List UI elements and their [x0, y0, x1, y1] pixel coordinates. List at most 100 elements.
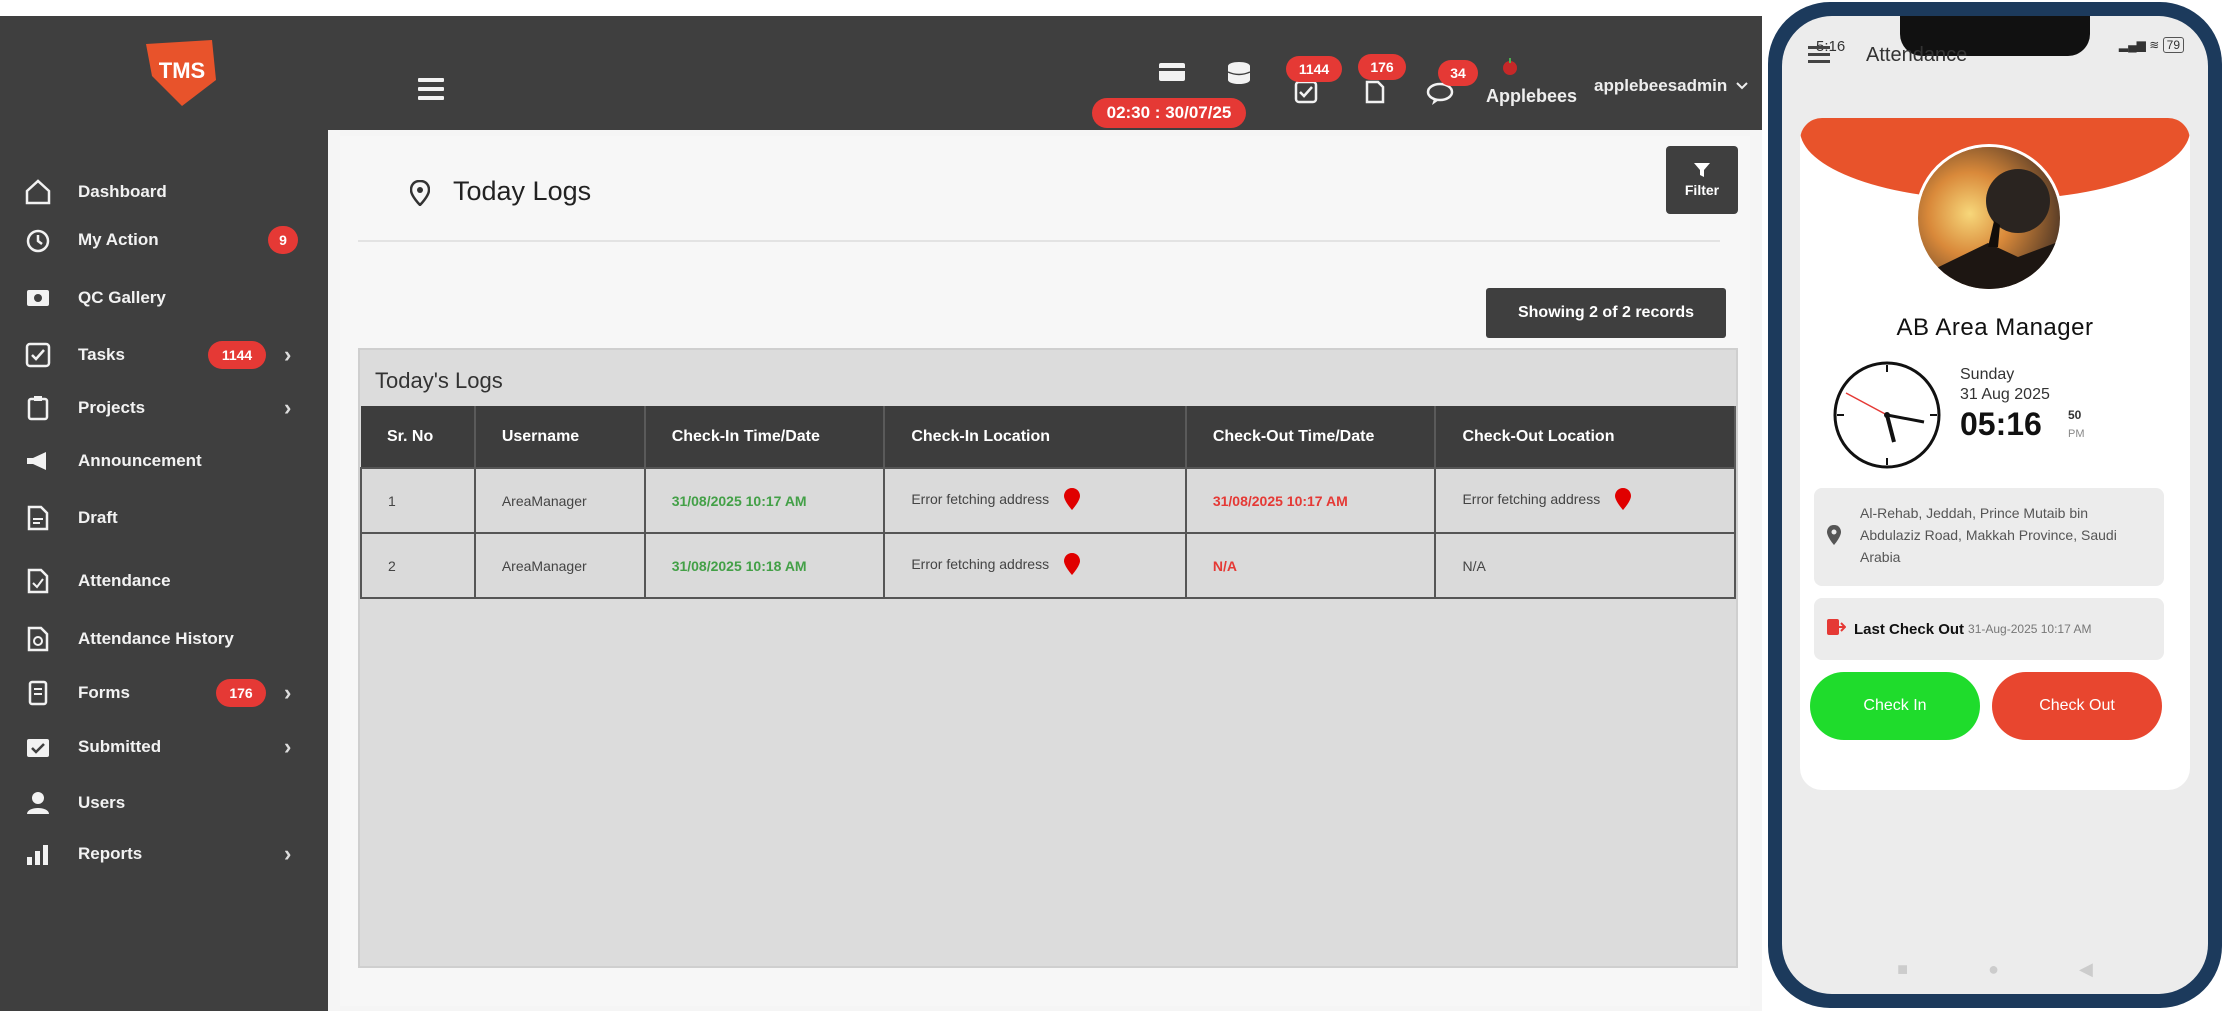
column-header: Check-Out Time/Date	[1185, 406, 1437, 468]
table-row: 2 AreaManager 31/08/2025 10:18 AM Error fet…	[360, 532, 1736, 599]
sidebar-item-label: Announcement	[78, 451, 202, 470]
table-cell: Error fetching address	[883, 532, 1187, 599]
phone-frame: 5:16 ▂▄▆ ≋ 79 Attendance AB Area Manager…	[1768, 2, 2222, 1008]
sidebar-item-tasks[interactable]: Tasks 1144 ›	[0, 335, 328, 375]
page-title: Today Logs	[453, 176, 592, 206]
submitted-icon	[24, 733, 52, 761]
chevron-right-icon[interactable]: ›	[284, 342, 291, 368]
clipboard-icon	[24, 394, 52, 422]
address-text: Al-Rehab, Jeddah, Prince Mutaib bin Abdu…	[1860, 505, 2117, 565]
sidebar-item-forms[interactable]: Forms 176 ›	[0, 673, 328, 713]
table-row: 1 AreaManager 31/08/2025 10:17 AM Error fet…	[360, 467, 1736, 534]
signal-icon: ▂▄▆	[2118, 38, 2146, 52]
chat-icon[interactable]	[1426, 82, 1454, 111]
phone-screen: 5:16 ▂▄▆ ≋ 79 Attendance AB Area Manager…	[1782, 16, 2208, 994]
logs-table: Sr. No Username Check-In Time/Date Check-In…	[360, 406, 1736, 599]
tms-logo[interactable]: TMS	[142, 36, 220, 108]
menu-toggle-icon[interactable]	[418, 78, 444, 100]
sidebar-item-label: My Action	[78, 230, 159, 249]
chevron-right-icon[interactable]: ›	[284, 841, 291, 867]
chevron-right-icon[interactable]: ›	[284, 734, 291, 760]
avatar	[1915, 144, 2063, 292]
table-cell: AreaManager	[473, 532, 646, 599]
column-header: Username	[474, 406, 646, 468]
day-label: Sunday	[1960, 366, 2015, 383]
user-display-name: AB Area Manager	[1896, 314, 2094, 341]
tasks-badge: 1144	[1286, 56, 1342, 82]
column-header: Check-In Location	[884, 406, 1187, 468]
panel-title: Today's Logs	[375, 368, 503, 393]
ampm-label: PM	[2068, 428, 2085, 440]
analog-clock-icon	[1832, 360, 1942, 470]
app-title: Attendance	[1866, 44, 1968, 66]
table-cell: 2	[360, 532, 476, 599]
recents-icon[interactable]: ■	[1897, 959, 1908, 980]
logo-text: TMS	[159, 58, 205, 83]
forms-icon	[24, 679, 52, 707]
database-icon[interactable]	[1226, 60, 1252, 91]
attendance-card: AB Area Manager Sunday 31 Aug 2025 05:16…	[1800, 118, 2190, 790]
sidebar-item-label: Submitted	[78, 737, 162, 756]
column-header: Sr. No	[361, 406, 476, 468]
attendance-history-icon	[24, 625, 52, 653]
back-icon[interactable]: ◀	[2079, 959, 2093, 980]
sidebar-item-dashboard[interactable]: Dashboard	[0, 172, 328, 212]
logs-panel: Today's Logs Sr. No Username Check-In Time…	[358, 348, 1738, 968]
table-cell: 31/08/2025 10:18 AM	[643, 532, 886, 599]
table-cell: N/A	[1434, 532, 1736, 599]
battery-icon: 79	[2162, 37, 2184, 53]
sidebar-item-attendance[interactable]: Attendance	[0, 561, 328, 601]
map-pin-icon[interactable]	[1063, 552, 1081, 579]
task-check-icon[interactable]	[1294, 80, 1318, 109]
table-cell: 1	[360, 467, 476, 534]
sidebar-item-submitted[interactable]: Submitted ›	[0, 727, 328, 767]
check-in-button[interactable]: Check In	[1810, 672, 1980, 740]
sidebar-item-my-action[interactable]: My Action 9	[0, 220, 328, 260]
alarm-icon	[24, 226, 52, 254]
divider	[358, 240, 1720, 242]
menu-icon[interactable]	[1808, 46, 1830, 67]
table-cell: 31/08/2025 10:17 AM	[1184, 467, 1437, 534]
digital-time: 05:16	[1960, 406, 2042, 442]
address-box: Al-Rehab, Jeddah, Prince Mutaib bin Abdu…	[1814, 488, 2164, 586]
map-pin-icon[interactable]	[1614, 487, 1632, 514]
users-icon	[24, 789, 52, 817]
check-out-button[interactable]: Check Out	[1992, 672, 2162, 740]
last-checkout-value: 31-Aug-2025 10:17 AM	[1968, 622, 2092, 636]
sidebar-item-qc-gallery[interactable]: QC Gallery	[0, 278, 328, 318]
sidebar-item-projects[interactable]: Projects ›	[0, 388, 328, 428]
home-icon	[24, 178, 52, 206]
card-icon[interactable]	[1158, 60, 1186, 89]
sidebar: Dashboard My Action 9 QC Gallery Tasks 1144 › P…	[0, 130, 328, 1011]
date-label: 31 Aug 2025	[1960, 386, 2050, 403]
status-indicators: ▂▄▆ ≋ 79	[2118, 37, 2184, 53]
location-pin-icon	[1826, 524, 1842, 551]
table-cell: Error fetching address	[883, 467, 1187, 534]
sidebar-item-draft[interactable]: Draft	[0, 498, 328, 538]
user-menu[interactable]: applebeesadmin	[1594, 76, 1749, 96]
logout-icon	[1826, 618, 1847, 641]
table-cell: 31/08/2025 10:17 AM	[643, 467, 886, 534]
chevron-right-icon[interactable]: ›	[284, 395, 291, 421]
map-pin-icon[interactable]	[1063, 487, 1081, 514]
form-doc-icon[interactable]	[1364, 80, 1386, 109]
chevron-right-icon[interactable]: ›	[284, 680, 291, 706]
sidebar-item-label: Attendance History	[78, 629, 234, 648]
user-name: applebeesadmin	[1594, 76, 1728, 95]
applebees-logo-icon	[1500, 56, 1520, 81]
sidebar-item-label: Dashboard	[78, 182, 167, 201]
sidebar-item-reports[interactable]: Reports ›	[0, 834, 328, 874]
sidebar-item-label: QC Gallery	[78, 288, 166, 307]
wifi-icon: ≋	[2149, 38, 2160, 52]
sidebar-item-label: Forms	[78, 683, 130, 702]
sidebar-item-users[interactable]: Users	[0, 783, 328, 823]
home-circle-icon[interactable]: ●	[1988, 959, 1999, 980]
attendance-icon	[24, 567, 52, 595]
sidebar-item-label: Draft	[78, 508, 118, 527]
sidebar-item-attendance-history[interactable]: Attendance History	[0, 619, 328, 659]
location-pin-icon	[409, 179, 431, 211]
records-count-badge: Showing 2 of 2 records	[1486, 288, 1726, 338]
table-cell: Error fetching address	[1434, 467, 1736, 534]
filter-button[interactable]: Filter	[1666, 146, 1738, 214]
sidebar-item-announcement[interactable]: Announcement	[0, 441, 328, 481]
